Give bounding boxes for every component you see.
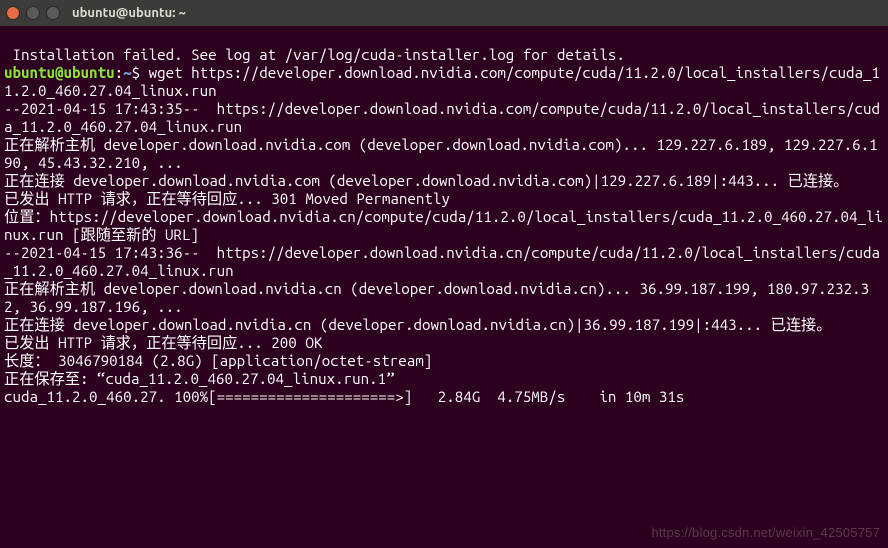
output-line: 已发出 HTTP 请求，正在等待回应... 200 OK xyxy=(4,334,884,352)
output-line: 长度： 3046790184 (2.8G) [application/octet… xyxy=(4,352,884,370)
prompt-line: ubuntu@ubuntu:~$ wget https://developer.… xyxy=(4,64,884,100)
prompt-symbol: $ xyxy=(132,64,149,81)
output-line: 已发出 HTTP 请求，正在等待回应... 301 Moved Permanen… xyxy=(4,190,884,208)
maximize-icon[interactable] xyxy=(46,6,60,20)
terminal-output[interactable]: Installation failed. See log at /var/log… xyxy=(0,26,888,428)
output-line: Installation failed. See log at /var/log… xyxy=(4,46,884,64)
prompt-host: ubuntu xyxy=(64,64,115,81)
output-line: 正在连接 developer.download.nvidia.com (deve… xyxy=(4,172,884,190)
output-line: --2021-04-15 17:43:36-- https://develope… xyxy=(4,244,884,280)
output-line: --2021-04-15 17:43:35-- https://develope… xyxy=(4,100,884,136)
watermark: https://blog.csdn.net/weixin_42505757 xyxy=(651,524,880,542)
output-line: 正在保存至: “cuda_11.2.0_460.27.04_linux.run.… xyxy=(4,370,884,388)
titlebar: ubuntu@ubuntu: ~ xyxy=(0,0,888,26)
minimize-icon[interactable] xyxy=(26,6,40,20)
prompt-at: @ xyxy=(55,64,64,81)
output-line: 正在解析主机 developer.download.nvidia.cn (dev… xyxy=(4,280,884,316)
prompt-colon: : xyxy=(115,64,124,81)
prompt-user: ubuntu xyxy=(4,64,55,81)
window-title: ubuntu@ubuntu: ~ xyxy=(72,4,186,22)
close-icon[interactable] xyxy=(6,6,20,20)
prompt-path: ~ xyxy=(123,64,132,81)
output-line: 位置：https://developer.download.nvidia.cn/… xyxy=(4,208,884,244)
output-line: 正在解析主机 developer.download.nvidia.com (de… xyxy=(4,136,884,172)
output-line: 正在连接 developer.download.nvidia.cn (devel… xyxy=(4,316,884,334)
progress-line: cuda_11.2.0_460.27. 100%[===============… xyxy=(4,388,884,406)
